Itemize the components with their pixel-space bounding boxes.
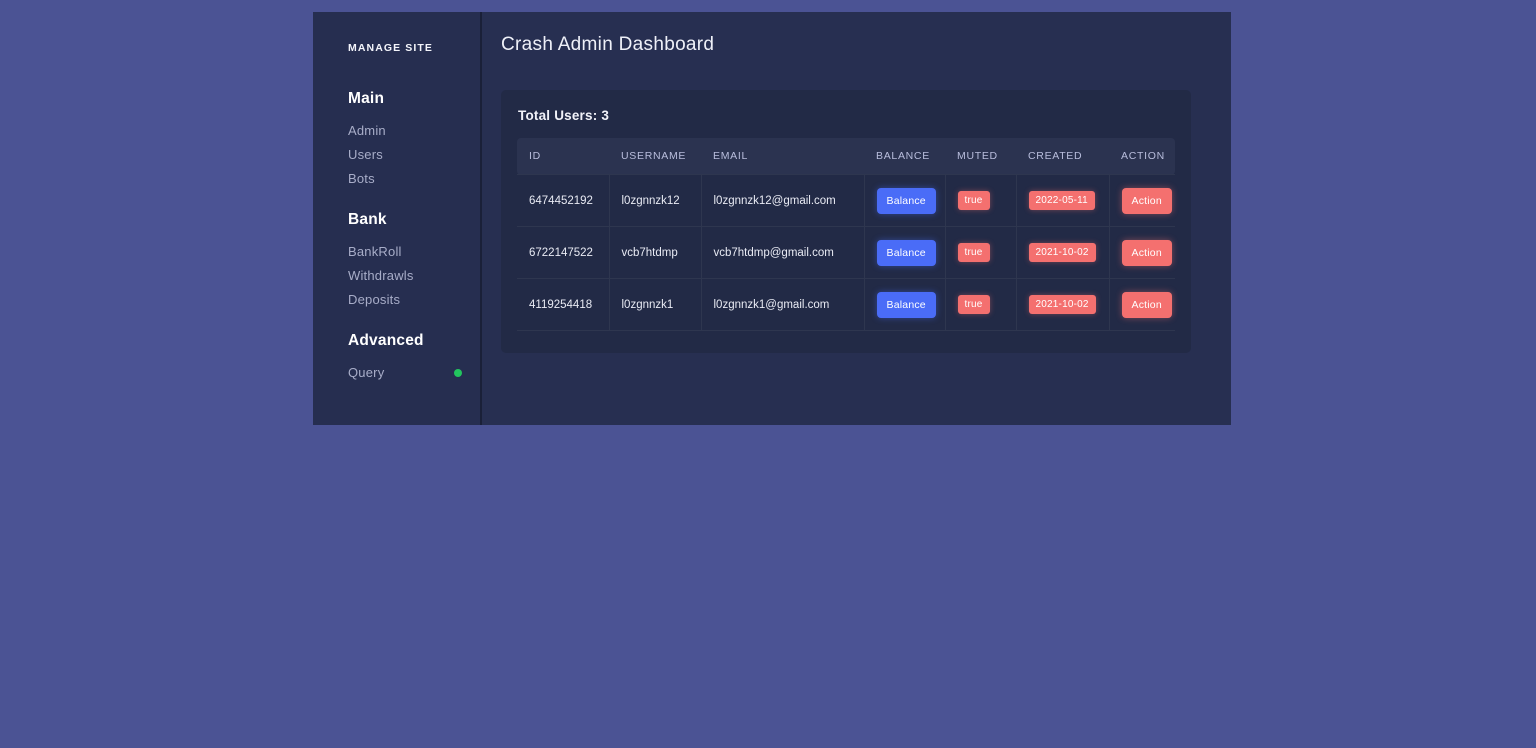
page-title: Crash Admin Dashboard [501, 34, 1197, 56]
cell-email-value: vcb7htdmp@gmail.com [714, 247, 834, 259]
sidebar-item-label: Query [348, 361, 384, 385]
cell-id-value: 4119254418 [529, 299, 592, 311]
table-row: 4119254418 l0zgnnzk1 l0zgnnzk1@gmail.com Ba… [517, 279, 1175, 331]
balance-button[interactable]: Balance [877, 292, 936, 318]
sidebar-item-withdrawls[interactable]: Withdrawls [313, 264, 480, 288]
sidebar-item-label: BankRoll [348, 240, 402, 264]
cell-muted: true [945, 175, 1016, 227]
cell-muted: true [945, 227, 1016, 279]
sidebar-item-deposits[interactable]: Deposits [313, 288, 480, 312]
cell-email-value: l0zgnnzk12@gmail.com [714, 195, 836, 207]
status-online-icon [454, 369, 462, 377]
cell-username-value: l0zgnnzk12 [622, 195, 680, 207]
users-card: Total Users: 3 IDUSERNAMEEMAILBALANCEMUT… [501, 90, 1191, 353]
total-users-label: Total Users: 3 [518, 108, 1175, 123]
cell-email-value: l0zgnnzk1@gmail.com [714, 299, 830, 311]
table-row: 6474452192 l0zgnnzk12 l0zgnnzk12@gmail.com… [517, 175, 1175, 227]
sidebar-group-advanced: Advanced Query [313, 332, 480, 385]
main-content: Crash Admin Dashboard Total Users: 3 IDU… [482, 12, 1231, 425]
sidebar-group-title: Main [313, 90, 480, 108]
cell-created: 2021-10-02 [1016, 279, 1109, 331]
created-badge: 2021-10-02 [1029, 243, 1096, 262]
cell-id: 6722147522 [517, 227, 609, 279]
sidebar-group-main: Main AdminUsersBots [313, 90, 480, 191]
column-header-muted[interactable]: MUTED [945, 138, 1016, 175]
cell-username: l0zgnnzk12 [609, 175, 701, 227]
cell-created: 2022-05-11 [1016, 175, 1109, 227]
cell-id-value: 6474452192 [529, 195, 593, 207]
cell-balance: Balance [864, 175, 945, 227]
sidebar-item-label: Bots [348, 167, 375, 191]
action-button[interactable]: Action [1122, 188, 1172, 214]
cell-username: l0zgnnzk1 [609, 279, 701, 331]
sidebar-item-admin[interactable]: Admin [313, 119, 480, 143]
created-badge: 2022-05-11 [1029, 191, 1095, 210]
users-table-body: 6474452192 l0zgnnzk12 l0zgnnzk12@gmail.com… [517, 175, 1175, 331]
muted-badge: true [958, 191, 990, 210]
sidebar-item-label: Deposits [348, 288, 400, 312]
created-badge: 2021-10-02 [1029, 295, 1096, 314]
sidebar-group-title: Advanced [313, 332, 480, 350]
cell-created: 2021-10-02 [1016, 227, 1109, 279]
cell-action: Action [1109, 175, 1175, 227]
muted-badge: true [958, 295, 990, 314]
sidebar-item-label: Admin [348, 119, 386, 143]
table-row: 6722147522 vcb7htdmp vcb7htdmp@gmail.com Ba… [517, 227, 1175, 279]
column-header-email[interactable]: EMAIL [701, 138, 864, 175]
cell-id-value: 6722147522 [529, 247, 593, 259]
column-header-balance[interactable]: BALANCE [864, 138, 945, 175]
cell-balance: Balance [864, 227, 945, 279]
table-header-row: IDUSERNAMEEMAILBALANCEMUTEDCREATEDACTION [517, 138, 1175, 175]
sidebar-item-query[interactable]: Query [313, 361, 480, 385]
column-header-username[interactable]: USERNAME [609, 138, 701, 175]
cell-username-value: l0zgnnzk1 [622, 299, 674, 311]
cell-username-value: vcb7htdmp [622, 247, 678, 259]
cell-action: Action [1109, 227, 1175, 279]
column-header-id[interactable]: ID [517, 138, 609, 175]
users-table: IDUSERNAMEEMAILBALANCEMUTEDCREATEDACTION… [517, 138, 1175, 331]
admin-dashboard-window: MANAGE SITE Main AdminUsersBots Bank BankRo… [313, 12, 1231, 425]
cell-username: vcb7htdmp [609, 227, 701, 279]
action-button[interactable]: Action [1122, 240, 1172, 266]
sidebar-item-label: Users [348, 143, 383, 167]
cell-id: 4119254418 [517, 279, 609, 331]
sidebar-item-bankroll[interactable]: BankRoll [313, 240, 480, 264]
sidebar-group-title: Bank [313, 211, 480, 229]
balance-button[interactable]: Balance [877, 188, 936, 214]
cell-action: Action [1109, 279, 1175, 331]
cell-muted: true [945, 279, 1016, 331]
muted-badge: true [958, 243, 990, 262]
cell-balance: Balance [864, 279, 945, 331]
sidebar-item-bots[interactable]: Bots [313, 167, 480, 191]
action-button[interactable]: Action [1122, 292, 1172, 318]
sidebar-item-users[interactable]: Users [313, 143, 480, 167]
balance-button[interactable]: Balance [877, 240, 936, 266]
sidebar-nav: Main AdminUsersBots Bank BankRollWithdrawls… [313, 90, 480, 385]
column-header-created[interactable]: CREATED [1016, 138, 1109, 175]
sidebar: MANAGE SITE Main AdminUsersBots Bank BankRo… [313, 12, 482, 425]
cell-email: l0zgnnzk1@gmail.com [701, 279, 864, 331]
sidebar-brand: MANAGE SITE [313, 42, 480, 54]
cell-id: 6474452192 [517, 175, 609, 227]
sidebar-group-bank: Bank BankRollWithdrawlsDeposits [313, 211, 480, 312]
cell-email: vcb7htdmp@gmail.com [701, 227, 864, 279]
cell-email: l0zgnnzk12@gmail.com [701, 175, 864, 227]
sidebar-item-label: Withdrawls [348, 264, 414, 288]
column-header-action[interactable]: ACTION [1109, 138, 1175, 175]
users-table-head: IDUSERNAMEEMAILBALANCEMUTEDCREATEDACTION [517, 138, 1175, 175]
